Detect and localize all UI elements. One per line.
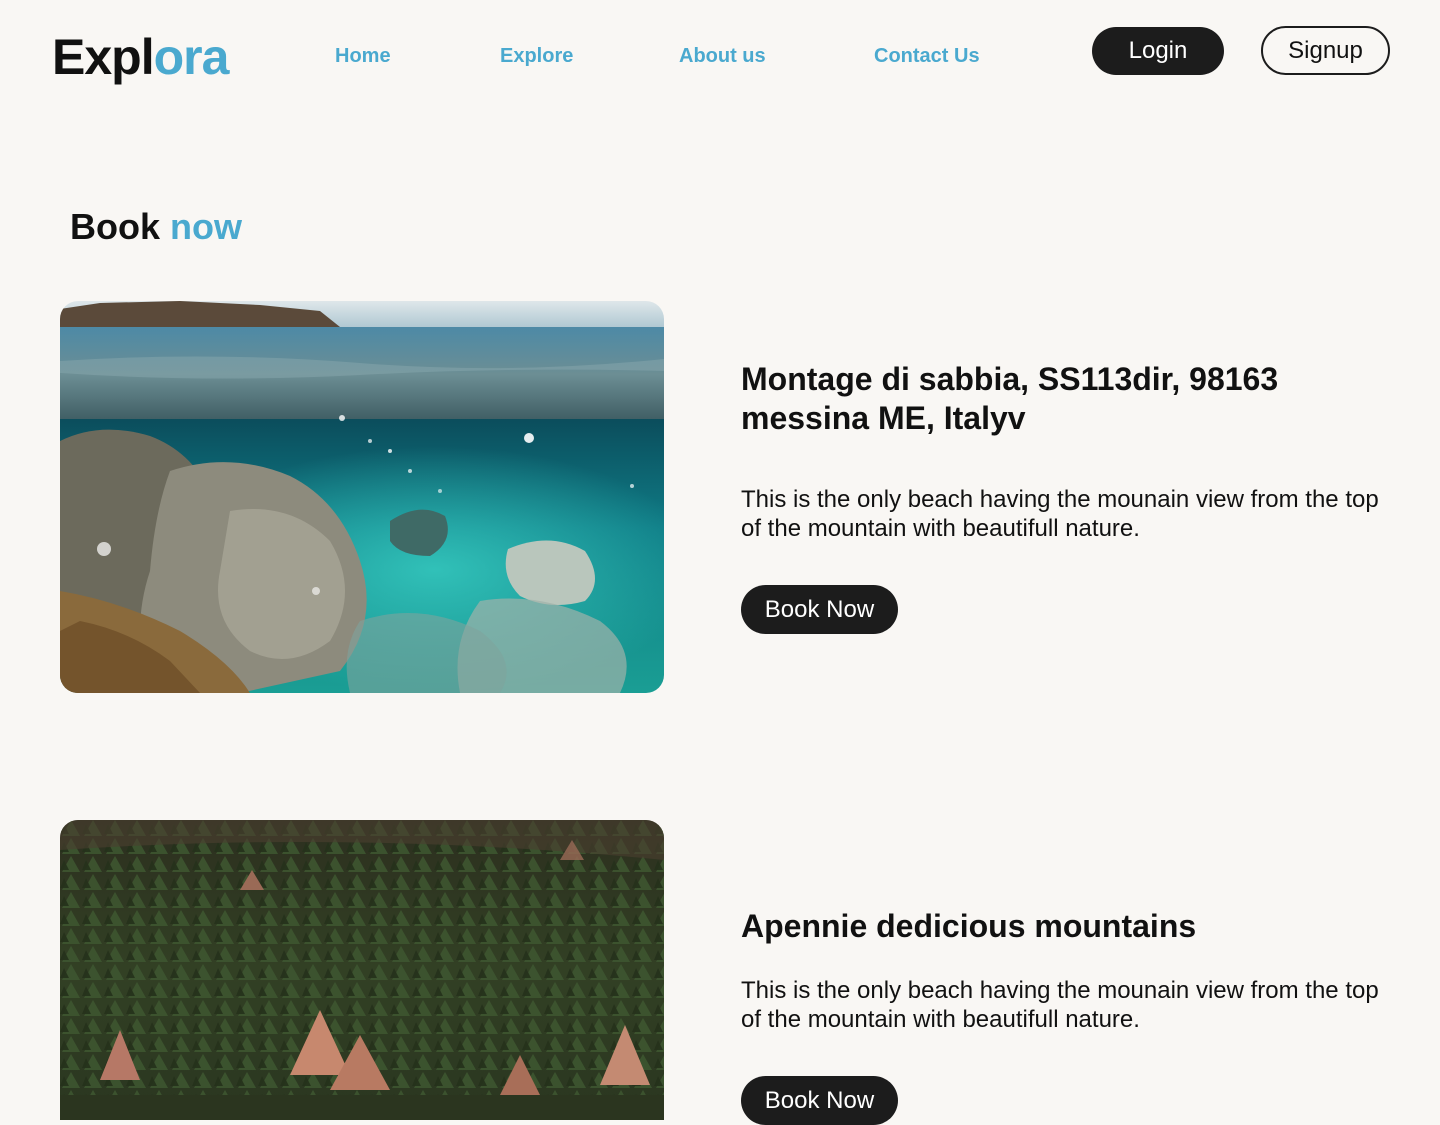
brand-logo[interactable]: Explora	[52, 28, 230, 86]
section-title-part2: now	[170, 206, 242, 247]
destination-title: Apennie dedicious mountains	[741, 908, 1197, 944]
brand-logo-part2: ora	[153, 29, 230, 85]
destination-title: Montage di sabbia, SS113dir, 98163 messi…	[741, 361, 1279, 436]
nav-link-home[interactable]: Home	[335, 43, 391, 69]
underwater-rocks-photo-icon	[60, 301, 664, 693]
book-now-button[interactable]: Book Now	[741, 1076, 898, 1125]
login-button[interactable]: Login	[1092, 27, 1224, 75]
section-title: Book now	[70, 205, 242, 249]
destination-description: This is the only beach having the mounai…	[741, 486, 1379, 542]
signup-button[interactable]: Signup	[1261, 26, 1390, 75]
destination-image-beach	[60, 301, 664, 693]
destination-description: This is the only beach having the mounai…	[741, 977, 1379, 1033]
forest-mountain-photo-icon	[60, 820, 664, 1120]
nav-link-about-us[interactable]: About us	[679, 43, 766, 69]
destination-image-mountains	[60, 820, 664, 1120]
top-navigation-bar: Explora Home Explore About us Contact Us…	[0, 0, 1440, 112]
nav-link-explore[interactable]: Explore	[500, 43, 573, 69]
section-title-part1: Book	[70, 206, 160, 247]
book-now-button[interactable]: Book Now	[741, 585, 898, 634]
nav-link-contact-us[interactable]: Contact Us	[874, 43, 980, 69]
brand-logo-part1: Expl	[52, 29, 155, 85]
